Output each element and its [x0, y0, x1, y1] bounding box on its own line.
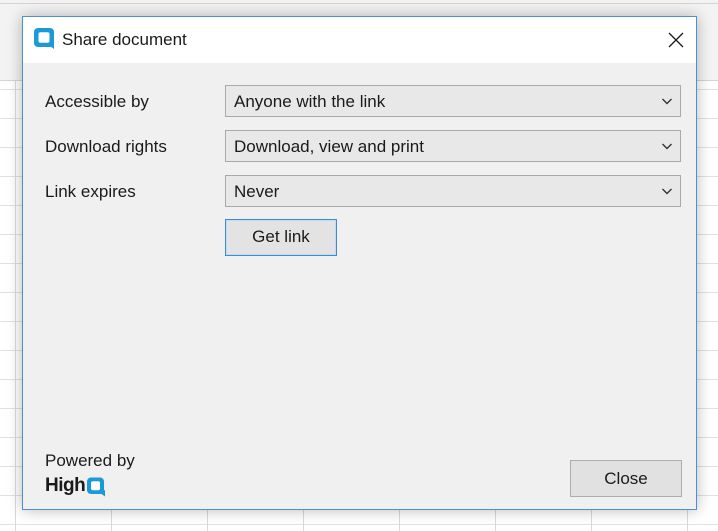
- close-button[interactable]: Close: [570, 460, 682, 497]
- powered-by-label: Powered by: [45, 451, 135, 470]
- close-x-icon: [668, 32, 684, 48]
- link-expires-select[interactable]: Never: [225, 175, 681, 207]
- download-rights-label: Download rights: [45, 137, 167, 156]
- highq-brand-logo: High: [45, 475, 107, 497]
- chevron-down-icon: [662, 188, 672, 195]
- dialog-title: Share document: [62, 30, 187, 49]
- chevron-down-icon: [662, 98, 672, 105]
- link-expires-row: Link expires Never: [45, 175, 682, 209]
- highq-q-logo-icon: [34, 28, 54, 49]
- link-expires-label: Link expires: [45, 182, 136, 201]
- background-divider: [0, 3, 718, 4]
- accessible-by-row: Accessible by Anyone with the link: [45, 85, 682, 119]
- titlebar-close-button[interactable]: [662, 26, 690, 54]
- highq-q-mark-icon: [87, 477, 106, 496]
- accessible-by-select[interactable]: Anyone with the link: [225, 85, 681, 117]
- download-rights-value: Download, view and print: [234, 137, 424, 156]
- brand-text: High: [45, 475, 86, 496]
- link-expires-value: Never: [234, 182, 280, 201]
- dialog-titlebar: Share document: [23, 17, 696, 63]
- accessible-by-value: Anyone with the link: [234, 92, 386, 111]
- download-rights-select[interactable]: Download, view and print: [225, 130, 681, 162]
- accessible-by-label: Accessible by: [45, 92, 149, 111]
- download-rights-row: Download rights Download, view and print: [45, 130, 682, 164]
- chevron-down-icon: [662, 143, 672, 150]
- share-document-dialog: Share document Accessible by Anyone with…: [22, 16, 697, 510]
- get-link-button[interactable]: Get link: [225, 219, 337, 256]
